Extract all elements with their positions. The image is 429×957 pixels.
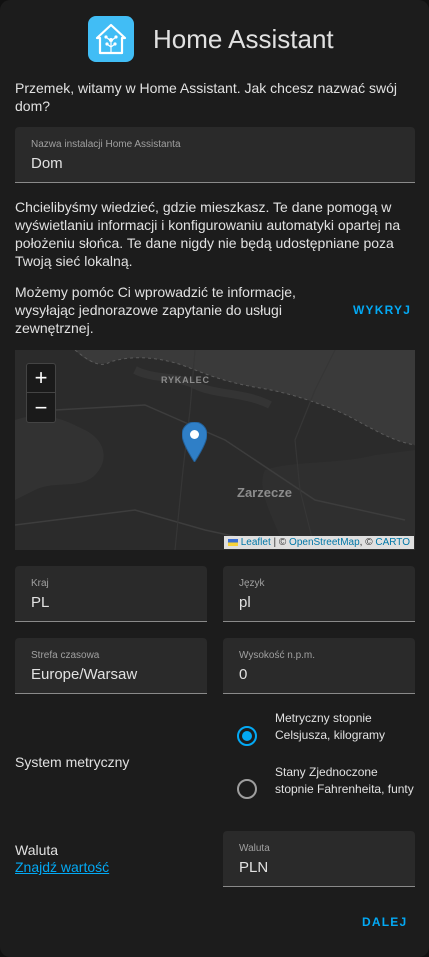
metric-radio[interactable] — [237, 726, 257, 746]
attribution-sep-2: , © — [359, 537, 376, 548]
leaflet-link[interactable]: Leaflet — [241, 537, 271, 548]
map-attribution: Leaflet | © OpenStreetMap, © CARTO — [223, 536, 414, 549]
currency-label: Waluta — [15, 842, 59, 858]
attribution-sep-1: | © — [270, 537, 290, 548]
location-map[interactable]: + − RYKALEC Zarzecze Leaflet | © OpenStr… — [15, 350, 415, 550]
elevation-label: Wysokość n.p.m. — [239, 650, 316, 661]
country-field[interactable]: Kraj PL — [15, 566, 207, 622]
home-assistant-logo-icon — [88, 16, 134, 62]
header: Home Assistant — [88, 16, 334, 62]
app-title: Home Assistant — [153, 23, 334, 54]
intro-text: Przemek, witamy w Home Assistant. Jak ch… — [15, 80, 398, 114]
currency-value[interactable]: PLN — [239, 859, 268, 876]
openstreetmap-link[interactable]: OpenStreetMap — [289, 537, 360, 548]
map-label-zarzecze: Zarzecze — [237, 485, 292, 500]
elevation-field[interactable]: Wysokość n.p.m. 0 — [223, 638, 415, 694]
zoom-in-button[interactable]: + — [27, 364, 55, 393]
detect-button[interactable]: WYKRYJ — [353, 303, 411, 317]
location-marker-icon[interactable] — [182, 422, 207, 462]
currency-field-label: Waluta — [239, 843, 270, 854]
location-description: Chcielibyśmy wiedzieć, gdzie mieszkasz. … — [15, 199, 401, 269]
country-label: Kraj — [31, 578, 49, 589]
zoom-out-button[interactable]: − — [27, 393, 55, 422]
elevation-value[interactable]: 0 — [239, 666, 247, 683]
unit-system-label: System metryczny — [15, 754, 130, 770]
timezone-value[interactable]: Europe/Warsaw — [31, 666, 137, 683]
next-button[interactable]: DALEJ — [362, 915, 407, 929]
map-zoom-control: + − — [26, 363, 56, 423]
carto-link[interactable]: CARTO — [375, 537, 410, 548]
onboarding-card: Home Assistant Przemek, witamy w Home As… — [0, 0, 429, 957]
language-field[interactable]: Język pl — [223, 566, 415, 622]
currency-field[interactable]: Waluta PLN — [223, 831, 415, 887]
timezone-label: Strefa czasowa — [31, 650, 100, 661]
detect-description: Możemy pomóc Ci wprowadzić te informacje… — [15, 284, 296, 336]
ukraine-flag-icon — [227, 538, 238, 546]
imperial-option-label[interactable]: Stany Zjednoczone stopnie Fahrenheita, f… — [275, 764, 415, 798]
installation-name-label: Nazwa instalacji Home Assistanta — [31, 139, 181, 150]
country-value[interactable]: PL — [31, 594, 49, 611]
map-tiles — [15, 350, 415, 550]
timezone-field[interactable]: Strefa czasowa Europe/Warsaw — [15, 638, 207, 694]
language-label: Język — [239, 578, 265, 589]
language-value[interactable]: pl — [239, 594, 251, 611]
find-value-link[interactable]: Znajdź wartość — [15, 859, 109, 875]
map-label-rykalec: RYKALEC — [161, 375, 210, 385]
installation-name-field[interactable]: Nazwa instalacji Home Assistanta Dom — [15, 127, 415, 183]
installation-name-value[interactable]: Dom — [31, 155, 63, 172]
imperial-radio[interactable] — [237, 779, 257, 799]
metric-option-label[interactable]: Metryczny stopnie Celsjusza, kilogramy — [275, 710, 415, 744]
